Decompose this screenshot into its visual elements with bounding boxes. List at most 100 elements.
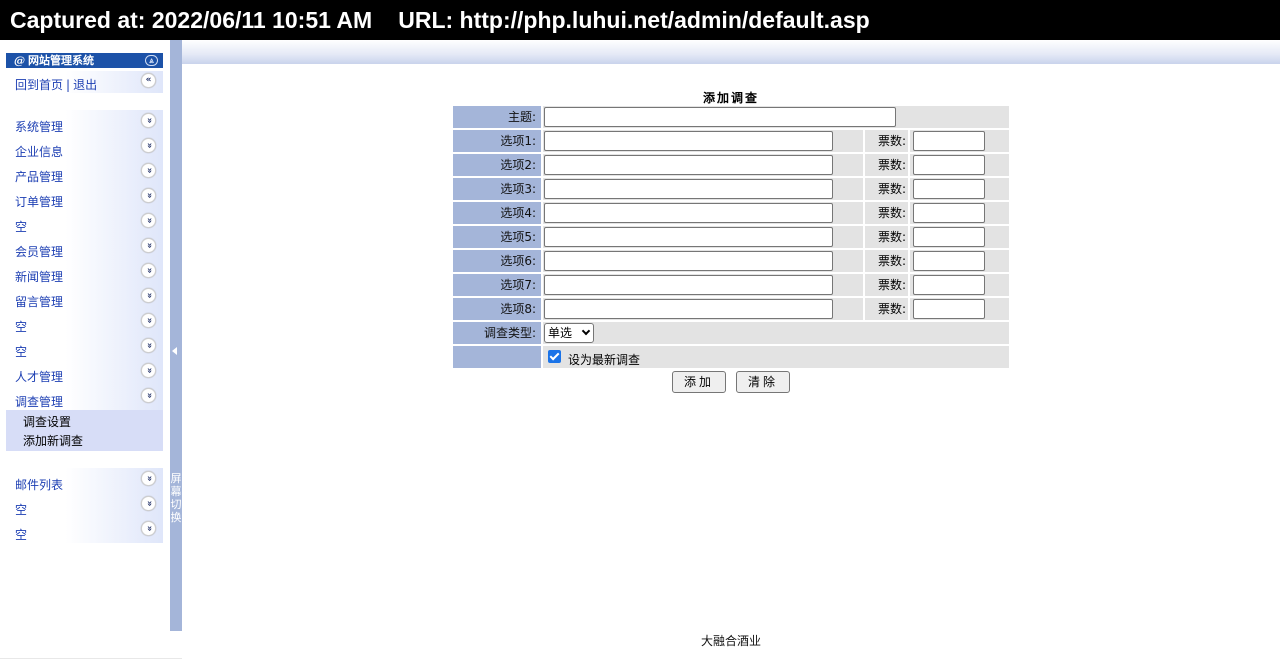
votes-8-input[interactable] xyxy=(913,299,985,319)
votes-label: 票数: xyxy=(865,154,908,176)
votes-6-input[interactable] xyxy=(913,251,985,271)
menu-item-news[interactable]: 新闻管理 » xyxy=(6,260,163,285)
menu-item-talent[interactable]: 人才管理 » xyxy=(6,360,163,385)
votes-label: 票数: xyxy=(865,130,908,152)
votes-label: 票数: xyxy=(865,298,908,320)
chevron-down-icon[interactable]: » xyxy=(141,288,156,303)
option-row-5: 选项5: 票数: xyxy=(453,226,1009,248)
chevron-down-icon[interactable]: » xyxy=(141,238,156,253)
menu-label: 产品管理 xyxy=(15,170,64,184)
chevron-down-icon[interactable]: » xyxy=(141,163,156,178)
survey-type-row: 调查类型: 单选 xyxy=(453,322,1009,344)
subject-cell xyxy=(543,106,1009,128)
home-links: 回到首页 | 退出 xyxy=(15,76,97,93)
survey-type-cell: 单选 xyxy=(543,322,1009,344)
logout-link[interactable]: 退出 xyxy=(73,78,97,92)
menu-label: 空 xyxy=(15,220,28,234)
chevron-down-icon[interactable]: » xyxy=(141,263,156,278)
chevron-down-icon[interactable]: » xyxy=(141,471,156,486)
footer-divider xyxy=(0,658,182,659)
add-button[interactable]: 添加 xyxy=(671,371,726,393)
chevron-down-icon[interactable]: » xyxy=(141,138,156,153)
chevron-down-icon[interactable]: » xyxy=(141,521,156,536)
latest-survey-checkbox[interactable] xyxy=(548,350,561,363)
latest-survey-label[interactable]: 设为最新调查 xyxy=(568,351,640,368)
system-title: 网站管理系统 xyxy=(28,54,94,67)
survey-type-select[interactable]: 单选 xyxy=(544,323,594,343)
menu-label: 企业信息 xyxy=(15,145,64,159)
option-label: 选项6: xyxy=(453,250,541,272)
menu-item-empty-5[interactable]: 空» xyxy=(6,518,163,543)
option-3-input[interactable] xyxy=(544,179,833,199)
chevron-down-icon[interactable]: » xyxy=(141,313,156,328)
menu-label: 人才管理 xyxy=(15,370,64,384)
votes-cell xyxy=(910,130,1009,152)
menu-item-messages[interactable]: 留言管理 » xyxy=(6,285,163,310)
option-cell xyxy=(543,226,863,248)
chevron-down-icon[interactable]: » xyxy=(141,496,156,511)
menu-item-members[interactable]: 会员管理 » xyxy=(6,235,163,260)
votes-2-input[interactable] xyxy=(913,155,985,175)
chevron-down-icon xyxy=(581,326,591,336)
chevron-down-icon[interactable]: » xyxy=(141,338,156,353)
clear-button[interactable]: 清除 xyxy=(736,371,791,393)
menu-item-mail-list[interactable]: 邮件列表 » xyxy=(6,468,163,493)
chevron-down-icon[interactable]: » xyxy=(141,363,156,378)
menu-item-empty-3[interactable]: 空» xyxy=(6,335,163,360)
menu-item-orders[interactable]: 订单管理 » xyxy=(6,185,163,210)
option-4-input[interactable] xyxy=(544,203,833,223)
menu-item-empty-4[interactable]: 空» xyxy=(6,493,163,518)
subject-input[interactable] xyxy=(544,107,896,127)
votes-label: 票数: xyxy=(865,202,908,224)
latest-survey-cell: 设为最新调查 xyxy=(543,346,1009,368)
chevron-up-icon[interactable]: ⩓ xyxy=(145,55,158,66)
option-7-input[interactable] xyxy=(544,275,833,295)
votes-3-input[interactable] xyxy=(913,179,985,199)
option-cell xyxy=(543,250,863,272)
votes-label: 票数: xyxy=(865,274,908,296)
screen-toggle-label[interactable]: 屏幕切换 xyxy=(170,472,182,524)
votes-7-input[interactable] xyxy=(913,275,985,295)
submenu-survey-settings[interactable]: 调查设置 xyxy=(23,413,71,430)
votes-cell xyxy=(910,154,1009,176)
chevron-down-icon[interactable]: » xyxy=(141,113,156,128)
votes-cell xyxy=(910,202,1009,224)
menu-item-empty-2[interactable]: 空» xyxy=(6,310,163,335)
home-link[interactable]: 回到首页 xyxy=(15,78,63,92)
option-label: 选项4: xyxy=(453,202,541,224)
votes-1-input[interactable] xyxy=(913,131,985,151)
capture-timestamp: Captured at: 2022/06/11 10:51 AM xyxy=(10,7,373,33)
option-5-input[interactable] xyxy=(544,227,833,247)
option-row-3: 选项3: 票数: xyxy=(453,178,1009,200)
subject-row: 主题: xyxy=(453,106,1009,128)
submenu-add-survey[interactable]: 添加新调查 xyxy=(23,432,83,449)
collapse-arrow-icon[interactable] xyxy=(172,347,177,355)
votes-cell xyxy=(910,274,1009,296)
form-buttons: 添加 清除 xyxy=(182,371,1280,393)
menu-label: 系统管理 xyxy=(15,120,64,134)
menu-label: 空 xyxy=(15,345,28,359)
option-2-input[interactable] xyxy=(544,155,833,175)
menu-item-company[interactable]: 企业信息 » xyxy=(6,135,163,160)
chevron-down-icon[interactable]: » xyxy=(141,188,156,203)
menu-item-products[interactable]: 产品管理 » xyxy=(6,160,163,185)
votes-cell xyxy=(910,178,1009,200)
votes-cell xyxy=(910,250,1009,272)
latest-survey-row: 设为最新调查 xyxy=(453,346,1009,368)
menu-item-survey[interactable]: 调查管理 » xyxy=(6,385,163,410)
option-8-input[interactable] xyxy=(544,299,833,319)
screen-toggle-splitter[interactable]: 屏幕切换 xyxy=(170,40,182,631)
collapse-left-icon[interactable]: « xyxy=(141,73,156,88)
chevron-down-icon[interactable]: » xyxy=(141,213,156,228)
option-6-input[interactable] xyxy=(544,251,833,271)
menu-item-system[interactable]: 系统管理 » xyxy=(6,110,163,135)
option-1-input[interactable] xyxy=(544,131,833,151)
menu-item-empty-1[interactable]: 空» xyxy=(6,210,163,235)
chevron-down-icon[interactable]: » xyxy=(141,388,156,403)
left-nav-panel: @ 网站管理系统 ⩓ 回到首页 | 退出 « 系统管理 » 企业信息 » 产品管理 » 订单… xyxy=(0,40,182,660)
option-row-2: 选项2: 票数: xyxy=(453,154,1009,176)
votes-5-input[interactable] xyxy=(913,227,985,247)
option-label: 选项5: xyxy=(453,226,541,248)
option-cell xyxy=(543,298,863,320)
votes-4-input[interactable] xyxy=(913,203,985,223)
